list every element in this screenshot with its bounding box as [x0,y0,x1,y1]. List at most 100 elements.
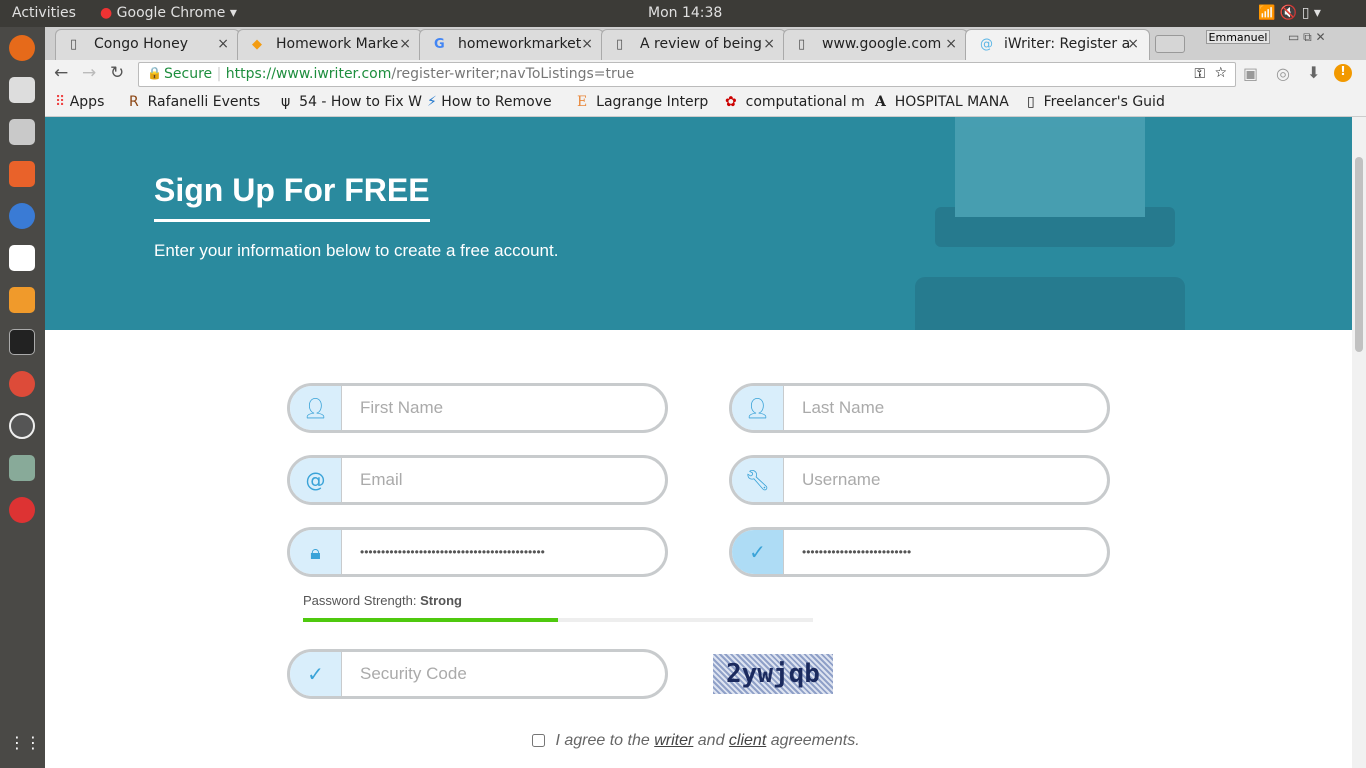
close-icon[interactable]: × [217,36,229,52]
bookmark-label: Freelancer's Guid [1043,94,1165,110]
close-icon[interactable]: × [581,36,593,52]
rhythmbox-icon[interactable] [9,77,35,103]
page-title: Sign Up For FREE [154,172,430,222]
tab-strip: ▯ Congo Honey × ◆ Homework Marke × Ghomework… [45,27,1366,60]
password-field: 🔒︎ [287,527,668,577]
chrome-dock-icon[interactable] [9,371,35,397]
files-icon[interactable] [9,119,35,145]
show-apps-icon[interactable]: ⋮⋮ [9,733,41,759]
username-input[interactable] [802,468,1092,492]
key-icon[interactable]: ⚿ [1194,66,1205,82]
address-bar[interactable]: 🔒 Secure | https://www.iwriter.com/regis… [138,62,1236,87]
first-name-input[interactable] [360,396,650,420]
confirm-password-input[interactable] [802,540,1092,564]
page-icon: ▯ [70,37,78,52]
bookmark[interactable]: A HOSPITAL MANA [875,94,1009,110]
first-name-field: 👤︎ [287,383,668,433]
activities-button[interactable]: Activities [12,5,76,21]
page-subtitle: Enter your information below to create a… [154,241,559,260]
sublime-text-icon[interactable] [9,287,35,313]
download-icon[interactable]: ⬇ [1307,63,1320,82]
client-agreement-link[interactable]: client [729,732,766,749]
system-top-bar: Activities ● Google Chrome ▾ Mon 14:38 📶… [0,0,1366,27]
amazon-icon[interactable] [9,245,35,271]
browser-toolbar: ← → ↻ 🔒 Secure | https://www.iwriter.com… [45,60,1366,88]
close-icon[interactable]: × [399,36,411,52]
apps-grid-icon: ⠿ [55,94,66,110]
bookmark[interactable]: ✿ computational m [725,94,865,110]
bookmark-label: How to Remove [441,94,552,110]
tab-active[interactable]: @ iWriter: Register a × [965,29,1150,60]
back-icon[interactable]: ← [54,63,68,83]
updater-icon[interactable] [9,413,35,439]
typewriter-illustration [895,117,1215,330]
new-tab-button[interactable] [1155,35,1185,53]
close-icon[interactable]: × [945,36,957,52]
email-input[interactable] [360,468,650,492]
secure-label: Secure [164,66,213,82]
star-icon[interactable]: ☆ [1214,65,1227,81]
tab-title: iWriter: Register a [1004,36,1131,52]
user-icon: 👤︎ [290,386,342,430]
location-icon[interactable]: ◎ [1276,64,1290,83]
tab-title: www.google.com [822,36,942,52]
tab[interactable]: ▯ Congo Honey × [55,29,240,60]
system-tray-icons[interactable]: 📶 🔇 ▯ ▾ [1258,5,1321,21]
bookmark-label: Apps [69,94,105,110]
bookmark[interactable]: ▯ Freelancer's Guid [1027,94,1165,110]
bookmark[interactable]: R Rafanelli Events [129,94,260,110]
last-name-field: 👤︎ [729,383,1110,433]
link-icon: ⚡ [427,94,437,110]
terminal-icon[interactable] [9,329,35,355]
a-icon: A [875,94,886,110]
bookmark-label: 54 - How to Fix W [299,94,422,110]
tab[interactable]: ▯ www.google.com × [783,29,968,60]
forward-icon[interactable]: → [82,63,96,83]
gear-red-icon: ✿ [725,94,737,110]
page-icon: ▯ [1027,94,1035,110]
bookmark-apps[interactable]: ⠿ Apps [55,94,104,110]
app-menu-label: Google Chrome ▾ [116,5,237,21]
r-icon: R [129,94,139,110]
password-input[interactable] [360,540,650,564]
at-icon: @ [290,458,342,502]
agree-text: and [697,732,725,749]
reload-icon[interactable]: ↻ [110,63,124,83]
bookmark-label: HOSPITAL MANA [894,94,1009,110]
bookmarks-bar: ⠿ Apps R Rafanelli Events ψ 54 - How to … [45,88,1366,117]
tab[interactable]: Ghomeworkmarket × [419,29,604,60]
extension-icon[interactable]: ▣ [1243,64,1258,83]
window-controls[interactable]: ▭ ⧉ ✕ [1288,30,1326,45]
close-icon[interactable]: × [1127,36,1139,52]
help-icon[interactable] [9,203,35,229]
writer-agreement-link[interactable]: writer [654,732,693,749]
image-viewer-icon[interactable] [9,455,35,481]
google-icon: G [434,37,445,52]
menu-warning-icon[interactable]: ! [1334,64,1352,82]
agree-checkbox[interactable] [532,734,545,748]
strength-meter-fill [303,618,558,622]
page-scrollbar[interactable] [1352,117,1366,768]
profile-button[interactable]: Emmanuel [1206,30,1270,44]
agreement-row: I agree to the writer and client agreeme… [532,732,860,750]
scrollbar-thumb[interactable] [1355,157,1363,352]
strength-value: Strong [420,593,462,608]
strength-meter [303,618,813,622]
bookmark[interactable]: ψ 54 - How to Fix W [281,94,422,110]
firefox-icon[interactable] [9,35,35,61]
last-name-input[interactable] [802,396,1092,420]
close-icon[interactable]: × [763,36,775,52]
tab-title: homeworkmarket [458,36,582,52]
settings-icon[interactable] [9,497,35,523]
tab[interactable]: ▯ A review of being × [601,29,786,60]
clock[interactable]: Mon 14:38 [648,5,722,21]
bookmark[interactable]: E Lagrange Interp [577,94,708,110]
tab[interactable]: ◆ Homework Marke × [237,29,422,60]
security-code-field: ✓ [287,649,668,699]
bookmark[interactable]: ⚡ How to Remove [427,94,552,110]
page-icon: ▯ [616,37,624,52]
app-menu[interactable]: ● Google Chrome ▾ [100,5,237,21]
security-code-input[interactable] [360,662,650,686]
agree-text: agreements. [770,732,860,749]
software-center-icon[interactable] [9,161,35,187]
